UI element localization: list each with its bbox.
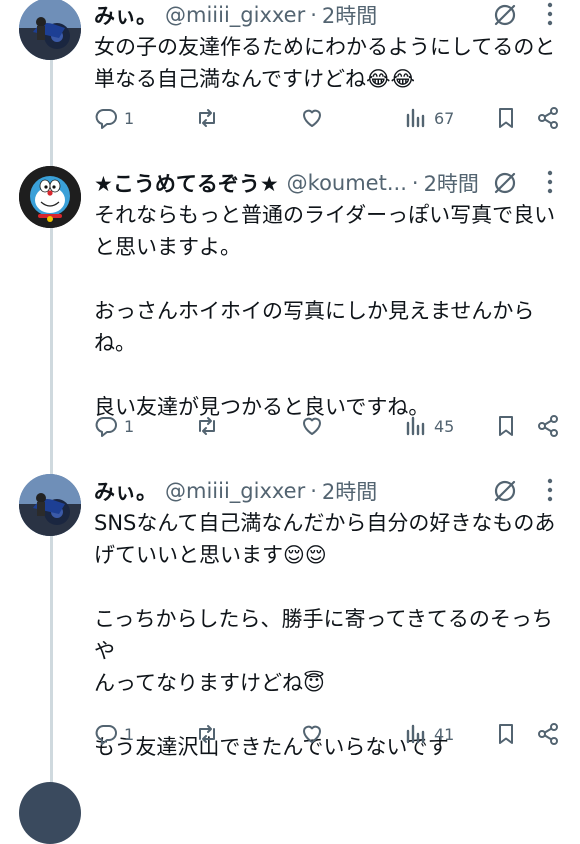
bookmark-icon — [499, 416, 513, 436]
bookmark-button[interactable] — [494, 103, 518, 133]
views-button[interactable]: 41 — [404, 719, 454, 749]
tweet-line: んってなりますけどね😇 — [94, 671, 325, 695]
separator-dot: · — [310, 3, 317, 27]
reply-icon — [95, 109, 117, 129]
retweet-button[interactable] — [195, 719, 219, 749]
retweet-button[interactable] — [195, 411, 219, 441]
reply-count: 1 — [124, 416, 135, 436]
timestamp[interactable]: 2時間 — [424, 168, 479, 198]
tweet-line: ね。 — [94, 331, 136, 355]
user-handle[interactable]: @koumet... — [287, 171, 407, 195]
bookmark-button[interactable] — [494, 719, 518, 749]
views-chart-icon — [406, 416, 425, 436]
share-icon — [538, 107, 558, 129]
views-count: 45 — [434, 416, 455, 436]
display-name[interactable]: みぃ。 — [94, 476, 157, 506]
share-button[interactable] — [536, 411, 560, 441]
more-dots-icon[interactable] — [540, 0, 560, 28]
display-name[interactable]: ★こうめてるぞう★ — [94, 168, 279, 198]
tweet-line — [94, 263, 564, 295]
retweet-icon — [199, 417, 215, 435]
share-button[interactable] — [536, 719, 560, 749]
avatar[interactable] — [19, 474, 81, 536]
tweet-line — [94, 359, 564, 391]
separator-dot: · — [310, 479, 317, 503]
avatar[interactable] — [19, 0, 81, 60]
avatar[interactable] — [19, 166, 81, 228]
timestamp[interactable]: 2時間 — [322, 0, 377, 30]
separator-dot: · — [411, 171, 419, 195]
user-handle[interactable]: @miiii_gixxer — [165, 3, 305, 27]
reply-button[interactable]: 1 — [94, 411, 134, 441]
tweet-line: 単なる自己満なんですけどね😂😂 — [94, 67, 416, 91]
like-button[interactable] — [300, 103, 324, 133]
tweet-line: と思いますよ。 — [94, 235, 241, 259]
retweet-button[interactable] — [195, 103, 219, 133]
grok-icon[interactable] — [492, 478, 518, 504]
share-button[interactable] — [536, 103, 560, 133]
tweet-header: みぃ。 @miiii_gixxer · 2時間 — [94, 476, 377, 506]
avatar-bike-image — [19, 0, 81, 60]
avatar-doraemon-image — [19, 166, 81, 228]
more-dots-icon[interactable] — [540, 168, 560, 196]
grok-icon[interactable] — [492, 170, 518, 196]
user-handle[interactable]: @miiii_gixxer — [165, 479, 305, 503]
share-icon — [538, 415, 558, 437]
bookmark-icon — [499, 724, 513, 744]
reply-icon — [95, 417, 117, 437]
views-chart-icon — [406, 108, 425, 128]
tweet-actions: 1 41 — [0, 719, 580, 749]
timestamp[interactable]: 2時間 — [322, 476, 377, 506]
views-chart-icon — [406, 724, 425, 744]
bookmark-button[interactable] — [494, 411, 518, 441]
retweet-icon — [199, 109, 215, 127]
avatar[interactable] — [19, 782, 81, 844]
tweet-actions: 1 45 — [0, 411, 580, 441]
tweet-text: それならもっと普通のライダーっぽい写真で良い と思いますよ。 おっさんホイホイの… — [94, 199, 564, 423]
heart-icon — [303, 109, 321, 127]
grok-icon[interactable] — [492, 2, 518, 28]
reply-count: 1 — [124, 724, 135, 744]
tweet-line: おっさんホイホイの写真にしか見えませんから — [94, 299, 535, 323]
like-button[interactable] — [300, 719, 324, 749]
views-button[interactable]: 67 — [404, 103, 454, 133]
views-button[interactable]: 45 — [404, 411, 454, 441]
tweet-line: それならもっと普通のライダーっぽい写真で良い — [94, 203, 556, 227]
tweet-line: げていいと思います😌😌 — [94, 543, 327, 567]
tweet-line: 女の子の友達作るためにわかるようにしてるのと — [94, 35, 556, 59]
thread-line — [50, 536, 53, 788]
heart-icon — [303, 417, 321, 435]
retweet-icon — [199, 725, 215, 743]
reply-count: 1 — [124, 108, 135, 128]
tweet-actions: 1 67 — [0, 103, 580, 133]
tweet-line — [94, 571, 564, 603]
share-icon — [538, 723, 558, 745]
display-name[interactable]: みぃ。 — [94, 0, 157, 30]
tweet-line: こっちからしたら、勝手に寄ってきてるのそっちや — [94, 607, 553, 663]
reply-button[interactable]: 1 — [94, 719, 134, 749]
views-count: 41 — [434, 724, 455, 744]
tweet-text: 女の子の友達作るためにわかるようにしてるのと 単なる自己満なんですけどね😂😂 — [94, 31, 564, 95]
views-count: 67 — [434, 108, 455, 128]
tweet-header: ★こうめてるぞう★ @koumet... · 2時間 — [94, 168, 479, 198]
tweet-header: みぃ。 @miiii_gixxer · 2時間 — [94, 0, 377, 30]
reply-button[interactable]: 1 — [94, 103, 134, 133]
reply-icon — [95, 725, 117, 745]
heart-icon — [303, 725, 321, 743]
avatar-bike-image — [19, 474, 81, 536]
more-dots-icon[interactable] — [540, 476, 560, 504]
like-button[interactable] — [300, 411, 324, 441]
tweet-line: SNSなんて自己満なんだから自分の好きなものあ — [94, 511, 556, 535]
bookmark-icon — [499, 108, 513, 128]
